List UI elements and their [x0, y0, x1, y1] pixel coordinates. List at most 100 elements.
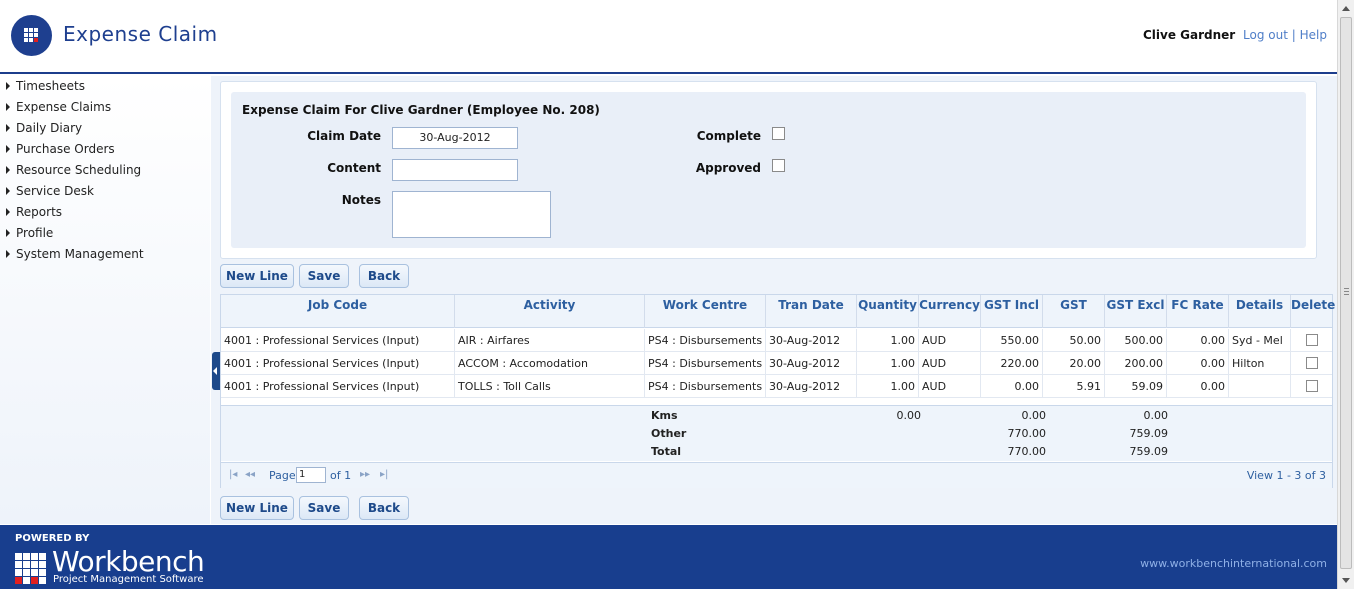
- cell-work-centre: PS4 : Disbursements: [645, 375, 766, 398]
- caret-right-icon: [6, 124, 10, 132]
- cell-gst-excl: 59.09: [1105, 375, 1167, 398]
- app-logo-icon[interactable]: [11, 15, 52, 56]
- grid-header: Job Code Activity Work Centre Tran Date …: [221, 295, 1335, 328]
- cell-activity: TOLLS : Toll Calls: [455, 375, 645, 398]
- first-page-icon[interactable]: |◂: [229, 469, 237, 480]
- caret-right-icon: [6, 82, 10, 90]
- vertical-scrollbar[interactable]: [1337, 0, 1354, 589]
- cell-gst-excl: 500.00: [1105, 329, 1167, 352]
- notes-textarea[interactable]: [392, 191, 551, 238]
- new-line-button-bottom[interactable]: New Line: [220, 496, 294, 520]
- caret-right-icon: [6, 103, 10, 111]
- column-header-quantity[interactable]: Quantity: [857, 295, 919, 328]
- column-header-gst[interactable]: GST: [1043, 295, 1105, 328]
- save-button[interactable]: Save: [299, 264, 349, 288]
- previous-page-icon[interactable]: ◂◂: [245, 469, 255, 480]
- grid-summary: Kms 0.00 0.00 0.00 Other 770.00 759.09 T…: [221, 405, 1332, 461]
- table-row[interactable]: 4001 : Professional Services (Input) ACC…: [221, 352, 1332, 375]
- cell-fc-rate: 0.00: [1167, 375, 1229, 398]
- cell-currency: AUD: [919, 329, 981, 352]
- summary-other-gst-excl: 759.09: [1129, 427, 1169, 440]
- caret-right-icon: [6, 208, 10, 216]
- column-header-tran-date[interactable]: Tran Date: [766, 295, 857, 328]
- caret-right-icon: [6, 187, 10, 195]
- sidebar-item-label: Purchase Orders: [16, 142, 115, 156]
- scroll-up-icon[interactable]: [1342, 6, 1350, 11]
- summary-other-label: Other: [651, 427, 687, 440]
- cell-currency: AUD: [919, 352, 981, 375]
- caret-right-icon: [6, 229, 10, 237]
- header-separator: |: [1291, 28, 1296, 42]
- caret-right-icon: [6, 250, 10, 258]
- cell-fc-rate: 0.00: [1167, 329, 1229, 352]
- next-page-icon[interactable]: ▸▸: [360, 469, 370, 480]
- brand-tagline: Project Management Software: [53, 574, 204, 585]
- complete-label: Complete: [696, 129, 761, 143]
- user-name: Clive Gardner: [1142, 28, 1236, 42]
- sidebar-item-label: Reports: [16, 205, 63, 219]
- user-area: Clive Gardner Log out | Help: [1143, 28, 1327, 42]
- website-link[interactable]: www.workbenchinternational.com: [1140, 557, 1327, 570]
- table-row[interactable]: 4001 : Professional Services (Input) AIR…: [221, 329, 1332, 352]
- logout-link[interactable]: Log out: [1243, 28, 1288, 42]
- cell-activity: AIR : Airfares: [455, 329, 645, 352]
- sidebar-item-label: System Management: [16, 247, 144, 261]
- sidebar-item-label: Profile: [16, 226, 54, 240]
- column-header-gst-incl[interactable]: GST Incl: [981, 295, 1043, 328]
- summary-kms-gst-excl: 0.00: [1143, 409, 1169, 422]
- cell-quantity: 1.00: [857, 375, 919, 398]
- sidebar-item-purchase-orders[interactable]: Purchase Orders: [6, 139, 115, 159]
- main-content: Expense Claim For Clive Gardner (Employe…: [211, 76, 1337, 524]
- save-button-bottom[interactable]: Save: [299, 496, 349, 520]
- form-heading: Expense Claim For Clive Gardner (Employe…: [242, 103, 600, 117]
- summary-kms-gst-incl: 0.00: [1021, 409, 1047, 422]
- grid-pager: |◂ ◂◂ Page 1 of 1 ▸▸ ▸| View 1 - 3 of 3: [221, 462, 1332, 488]
- collapse-sidebar-handle[interactable]: [212, 352, 220, 390]
- cell-tran-date: 30-Aug-2012: [766, 352, 857, 375]
- view-count-text: View 1 - 3 of 3: [1246, 469, 1326, 482]
- delete-checkbox[interactable]: [1306, 334, 1318, 346]
- column-header-currency[interactable]: Currency: [919, 295, 981, 328]
- sidebar-item-system-management[interactable]: System Management: [6, 244, 144, 264]
- sidebar-item-label: Daily Diary: [16, 121, 83, 135]
- table-row[interactable]: 4001 : Professional Services (Input) TOL…: [221, 375, 1332, 398]
- page-number-input[interactable]: 1: [296, 467, 326, 483]
- cell-gst-excl: 200.00: [1105, 352, 1167, 375]
- claim-form-panel: Expense Claim For Clive Gardner (Employe…: [220, 81, 1317, 259]
- sidebar-item-label: Timesheets: [16, 79, 85, 93]
- summary-other-gst-incl: 770.00: [1007, 427, 1047, 440]
- scroll-down-icon[interactable]: [1342, 578, 1350, 583]
- column-header-gst-excl[interactable]: GST Excl: [1105, 295, 1167, 328]
- sidebar-item-service-desk[interactable]: Service Desk: [6, 181, 94, 201]
- delete-checkbox[interactable]: [1306, 380, 1318, 392]
- scrollbar-thumb[interactable]: [1340, 17, 1352, 569]
- claim-date-field[interactable]: 30-Aug-2012: [392, 127, 518, 149]
- sidebar-item-expense-claims[interactable]: Expense Claims: [6, 97, 111, 117]
- delete-checkbox[interactable]: [1306, 357, 1318, 369]
- new-line-button[interactable]: New Line: [220, 264, 294, 288]
- sidebar-item-resource-scheduling[interactable]: Resource Scheduling: [6, 160, 141, 180]
- column-header-job-code[interactable]: Job Code: [221, 295, 455, 328]
- back-button-bottom[interactable]: Back: [359, 496, 409, 520]
- column-header-delete[interactable]: Delete: [1291, 295, 1335, 328]
- summary-total-label: Total: [651, 445, 682, 458]
- sidebar-item-timesheets[interactable]: Timesheets: [6, 76, 85, 96]
- column-header-fc-rate[interactable]: FC Rate: [1167, 295, 1229, 328]
- cell-work-centre: PS4 : Disbursements: [645, 329, 766, 352]
- cell-tran-date: 30-Aug-2012: [766, 375, 857, 398]
- column-header-details[interactable]: Details: [1229, 295, 1291, 328]
- help-link[interactable]: Help: [1300, 28, 1327, 42]
- complete-checkbox[interactable]: [772, 127, 785, 140]
- last-page-icon[interactable]: ▸|: [380, 469, 388, 480]
- content-field[interactable]: [392, 159, 518, 181]
- cell-gst-incl: 550.00: [981, 329, 1043, 352]
- sidebar-item-profile[interactable]: Profile: [6, 223, 53, 243]
- column-header-work-centre[interactable]: Work Centre: [645, 295, 766, 328]
- column-header-activity[interactable]: Activity: [455, 295, 645, 328]
- caret-right-icon: [6, 166, 10, 174]
- sidebar-item-daily-diary[interactable]: Daily Diary: [6, 118, 82, 138]
- cell-quantity: 1.00: [857, 352, 919, 375]
- sidebar-item-reports[interactable]: Reports: [6, 202, 62, 222]
- back-button[interactable]: Back: [359, 264, 409, 288]
- approved-checkbox[interactable]: [772, 159, 785, 172]
